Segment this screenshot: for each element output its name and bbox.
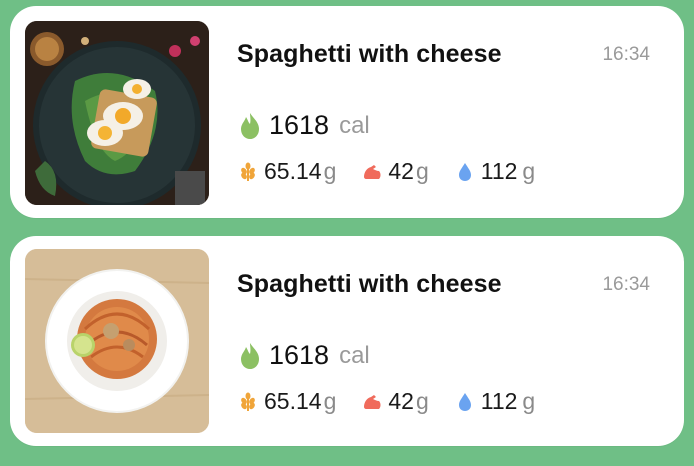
calories-row: 1618 cal xyxy=(238,340,370,371)
carbs-unit: g xyxy=(323,388,337,414)
calorie-flame-icon xyxy=(241,342,259,369)
water-unit: g xyxy=(522,158,536,184)
macros-row: 65.14 g 42 g 112 g xyxy=(238,388,561,415)
calories-value: 1618 xyxy=(269,110,330,140)
water-stat: 112 g xyxy=(455,388,535,415)
meal-title: Spaghetti with cheese xyxy=(237,40,502,68)
protein-value: 42 xyxy=(388,158,414,184)
meal-photo-egg-toast xyxy=(25,21,209,205)
water-drop-icon xyxy=(458,392,471,411)
muscle-icon xyxy=(364,394,381,409)
meal-photo-spaghetti xyxy=(25,249,209,433)
calories-value: 1618 xyxy=(269,340,330,370)
carbs-stat: 65.14 g xyxy=(238,388,336,415)
meal-card[interactable]: Spaghetti with cheese 16:34 1618 cal 65.… xyxy=(10,6,684,218)
protein-unit: g xyxy=(415,158,429,184)
carbs-unit: g xyxy=(323,158,337,184)
meal-time: 16:34 xyxy=(602,44,650,65)
carbs-value: 65.14 xyxy=(264,388,322,414)
protein-value: 42 xyxy=(388,388,414,414)
meal-card[interactable]: Spaghetti with cheese 16:34 1618 cal 65.… xyxy=(10,236,684,446)
meal-time: 16:34 xyxy=(602,274,650,295)
wheat-icon xyxy=(241,392,255,411)
water-value: 112 xyxy=(480,158,518,184)
wheat-icon xyxy=(241,162,255,181)
calories-unit: cal xyxy=(339,111,370,139)
macros-row: 65.14 g 42 g 112 g xyxy=(238,158,561,185)
muscle-icon xyxy=(364,164,381,179)
water-unit: g xyxy=(522,388,536,414)
water-drop-icon xyxy=(458,162,471,181)
protein-unit: g xyxy=(415,388,429,414)
meal-list: Spaghetti with cheese 16:34 1618 cal 65.… xyxy=(0,0,694,466)
protein-stat: 42 g xyxy=(362,388,429,415)
calories-row: 1618 cal xyxy=(238,110,370,141)
calorie-flame-icon xyxy=(241,112,259,139)
meal-title: Spaghetti with cheese xyxy=(237,270,502,298)
water-value: 112 xyxy=(480,388,518,414)
water-stat: 112 g xyxy=(455,158,535,185)
protein-stat: 42 g xyxy=(362,158,429,185)
carbs-value: 65.14 xyxy=(264,158,322,184)
calories-unit: cal xyxy=(339,341,370,369)
carbs-stat: 65.14 g xyxy=(238,158,336,185)
